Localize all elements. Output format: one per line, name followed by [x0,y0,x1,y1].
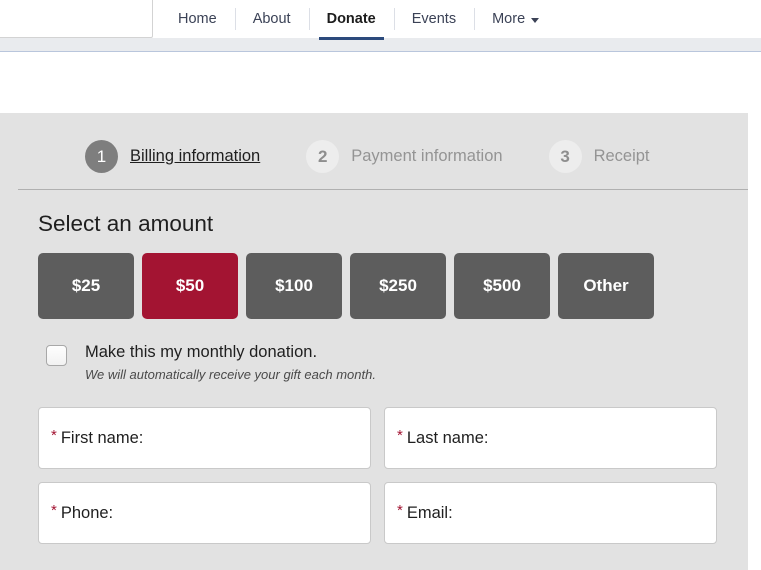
site-header: Home About Donate Events More [0,0,761,40]
header-accent-bar [0,38,761,52]
nav-item-label: Events [411,11,457,27]
monthly-donation-hint: We will automatically receive your gift … [85,367,376,382]
field-label: First name: [60,428,144,447]
donation-panel: 1 Billing information 2 Payment informat… [0,113,748,570]
amount-button-500[interactable]: $500 [454,253,550,319]
monthly-donation-label[interactable]: Make this my monthly donation. [85,343,376,362]
site-logo-box[interactable] [0,0,153,38]
nav-item-label: More [492,11,526,27]
amount-button-25[interactable]: $25 [38,253,134,319]
nav-item-more[interactable]: More [474,0,557,38]
step-receipt[interactable]: 3 Receipt [548,140,650,173]
amount-button-100[interactable]: $100 [246,253,342,319]
email-field[interactable]: * Email: [384,482,717,544]
chevron-down-icon [531,17,540,23]
page-content-spacer [0,52,761,113]
amount-button-250[interactable]: $250 [350,253,446,319]
nav-item-label: Home [178,11,217,27]
nav-item-label: About [252,11,291,27]
field-label: Phone: [60,503,114,522]
field-label: Last name: [406,428,489,447]
step-payment-information[interactable]: 2 Payment information [306,140,503,173]
required-asterisk: * [397,426,403,444]
monthly-donation-row: Make this my monthly donation. We will a… [46,343,748,382]
first-name-field[interactable]: * First name: [38,407,371,469]
step-label: Payment information [351,147,503,165]
required-asterisk: * [51,426,57,444]
step-label: Billing information [130,147,261,165]
checkout-step-indicator: 1 Billing information 2 Payment informat… [0,113,748,173]
section-divider [18,189,748,190]
nav-item-events[interactable]: Events [393,0,474,38]
required-asterisk: * [397,501,403,519]
amount-button-50[interactable]: $50 [142,253,238,319]
last-name-field[interactable]: * Last name: [384,407,717,469]
step-number: 2 [306,140,340,173]
phone-field[interactable]: * Phone: [38,482,371,544]
step-number: 1 [85,140,118,173]
page-title: Select an amount [38,211,214,236]
step-billing-information[interactable]: 1 Billing information [85,140,260,173]
step-number: 3 [548,140,582,173]
required-asterisk: * [51,501,57,519]
nav-item-label: Donate [326,11,376,27]
field-label: Email: [406,503,453,522]
main-nav: Home About Donate Events More [160,0,557,40]
monthly-donation-checkbox[interactable] [46,345,67,366]
billing-form: * First name: * Last name: * Phone: * Em… [38,407,718,544]
step-label: Receipt [593,147,650,165]
nav-item-home[interactable]: Home [160,0,235,38]
monthly-donation-text: Make this my monthly donation. We will a… [85,343,376,382]
amount-button-other[interactable]: Other [558,253,654,319]
nav-item-about[interactable]: About [234,0,309,38]
amount-options: $25 $50 $100 $250 $500 Other [38,253,748,319]
nav-item-donate[interactable]: Donate [308,0,394,40]
